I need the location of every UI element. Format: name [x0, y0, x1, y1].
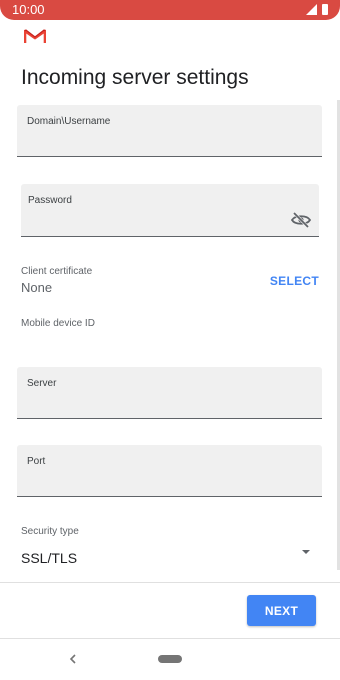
home-pill[interactable] — [158, 655, 182, 663]
password-field[interactable]: Password — [21, 184, 319, 237]
nav-divider — [0, 638, 340, 639]
mobile-device-id-label: Mobile device ID — [21, 318, 95, 329]
status-icons — [306, 4, 328, 15]
domain-username-field[interactable]: Domain\Username — [17, 105, 322, 157]
security-type-value: SSL/TLS — [21, 550, 78, 566]
password-label: Password — [28, 195, 72, 206]
eye-off-icon[interactable] — [291, 212, 311, 228]
battery-icon — [322, 4, 328, 15]
gmail-logo — [24, 29, 46, 43]
select-certificate-button[interactable]: SELECT — [270, 274, 319, 288]
server-label: Server — [27, 378, 57, 389]
status-bar: 10:00 — [0, 0, 340, 20]
client-certificate-value: None — [21, 280, 53, 295]
back-icon[interactable] — [68, 652, 78, 666]
footer-divider — [0, 582, 340, 583]
client-certificate-label: Client certificate — [21, 266, 93, 277]
dropdown-arrow-icon[interactable] — [302, 550, 310, 554]
server-field[interactable]: Server — [17, 367, 322, 419]
page-title: Incoming server settings — [21, 66, 249, 89]
security-type-label: Security type — [21, 526, 79, 537]
next-button[interactable]: NEXT — [247, 595, 316, 626]
status-time: 10:00 — [12, 2, 45, 17]
domain-username-label: Domain\Username — [27, 116, 111, 127]
port-label: Port — [27, 456, 46, 467]
port-field[interactable]: Port — [17, 445, 322, 497]
signal-icon — [306, 4, 317, 15]
